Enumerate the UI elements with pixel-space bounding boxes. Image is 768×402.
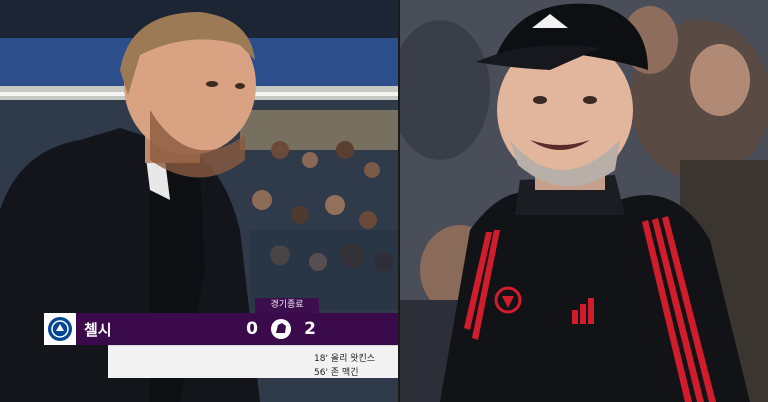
premier-league-lion-icon: [268, 316, 294, 342]
away-score: 2: [304, 319, 316, 339]
match-status-label: 경기종료: [255, 298, 319, 313]
right-photo: [400, 0, 768, 402]
home-score: 0: [246, 319, 258, 339]
chelsea-crest-icon: [44, 313, 76, 345]
home-team-name: 첼시: [84, 320, 112, 339]
goal-scorer: 56' 존 맥긴: [314, 368, 359, 378]
right-photo-panel: [400, 0, 768, 402]
goal-scorers-panel: 18' 올리 왓킨스 56' 존 맥긴: [108, 345, 398, 378]
scoreboard-bar: 첼시 0 2: [44, 313, 398, 345]
goal-scorer: 18' 올리 왓킨스: [314, 354, 376, 364]
